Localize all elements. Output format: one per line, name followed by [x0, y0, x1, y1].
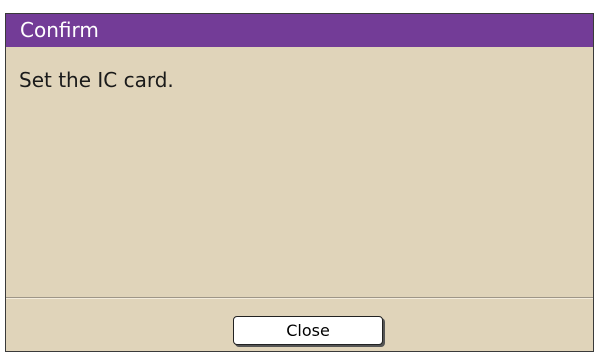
dialog-title: Confirm — [6, 14, 593, 47]
message-area: Set the IC card. — [6, 47, 593, 298]
dialog-footer: Close — [6, 298, 593, 351]
close-button[interactable]: Close — [233, 316, 383, 345]
confirm-dialog: Confirm Set the IC card. Close — [5, 13, 594, 352]
dialog-message: Set the IC card. — [19, 68, 174, 92]
